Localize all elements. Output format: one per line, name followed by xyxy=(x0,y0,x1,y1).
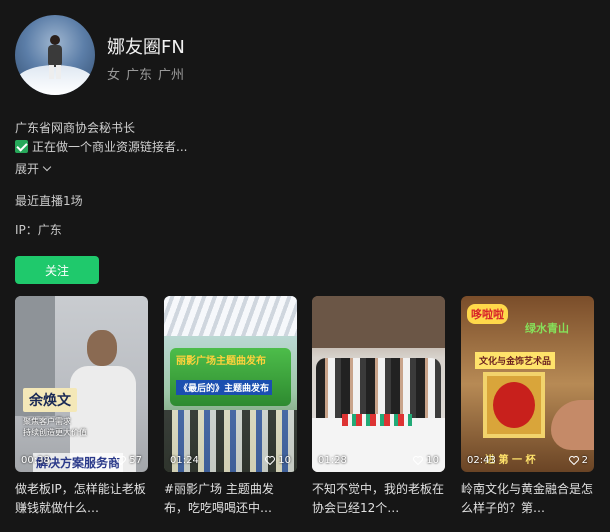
video-likes-count: 57 xyxy=(129,455,142,466)
thumb-overlay-title: 丽影广场主题曲发布 xyxy=(176,356,266,367)
thumb-people xyxy=(316,358,441,418)
thumb-overlay-subtitle: 聚焦客户需求 持续创造更大价值 xyxy=(23,416,87,438)
video-likes-count: 10 xyxy=(278,455,291,466)
thumb-ceiling xyxy=(312,296,445,348)
follow-button[interactable]: 关注 xyxy=(15,256,99,284)
thumb-overlay-sub2: 持续创造更大价值 xyxy=(23,428,87,437)
thumb-overlay-tag: 绿水青山 xyxy=(525,322,569,335)
video-likes: 10 xyxy=(413,455,439,466)
bio-line-2-text: 正在做一个商业资源链接者... xyxy=(32,140,188,154)
video-duration: 00:38 xyxy=(21,455,50,466)
thumb-hand xyxy=(551,400,594,450)
heart-icon xyxy=(116,456,127,465)
thumb-overlay-sub1: 聚焦客户需求 xyxy=(23,417,71,426)
video-card[interactable]: 哆啦啦 绿水青山 文化与金饰艺术品 进 第 一 杯 02:43 2 岭南文化与黄… xyxy=(461,296,594,518)
video-likes: 2 xyxy=(568,455,588,466)
profile-gender: 女 xyxy=(107,68,121,83)
avatar-figure-leg xyxy=(49,65,54,79)
thumb-overlay-title: 文化与金饰艺术品 xyxy=(475,352,556,369)
expand-label: 展开 xyxy=(15,162,40,176)
video-likes-count: 10 xyxy=(426,455,439,466)
video-thumbnail[interactable]: 01:28 10 xyxy=(312,296,445,472)
profile-name: 娜友圈FN xyxy=(107,37,185,58)
recent-live-count: 最近直播1场 xyxy=(15,194,83,208)
avatar-figure-body xyxy=(48,45,62,67)
video-thumbnail[interactable]: 哆啦啦 绿水青山 文化与金饰艺术品 进 第 一 杯 02:43 2 xyxy=(461,296,594,472)
bio-line-1: 广东省网商协会秘书长 xyxy=(15,121,136,135)
ip-location: IP：广东 xyxy=(15,223,62,237)
thumb-roof xyxy=(164,296,297,336)
video-thumbnail[interactable]: 丽影广场主题曲发布 《最后的》主题曲发布 01:24 10 xyxy=(164,296,297,472)
thumb-overlay-subtitle: 《最后的》主题曲发布 xyxy=(176,380,273,395)
avatar-figure-head xyxy=(50,35,60,45)
profile-province: 广东 xyxy=(126,68,153,83)
heart-icon xyxy=(413,456,424,465)
avatar-snow xyxy=(15,65,95,95)
video-duration: 02:43 xyxy=(467,455,496,466)
check-icon xyxy=(15,140,28,153)
chevron-down-icon xyxy=(42,162,52,172)
video-card[interactable]: 余焕文 聚焦客户需求 持续创造更大价值 解决方案服务商 00:38 57 做老板… xyxy=(15,296,148,518)
video-caption[interactable]: 做老板IP，怎样能让老板赚钱就做什么… xyxy=(15,480,148,518)
video-likes: 10 xyxy=(265,455,291,466)
video-duration: 01:24 xyxy=(170,455,199,466)
thumb-person-head xyxy=(87,330,117,366)
video-likes: 57 xyxy=(116,455,142,466)
heart-icon xyxy=(265,456,276,465)
thumb-overlay-tag: 哆啦啦 xyxy=(467,304,508,324)
profile-city: 广州 xyxy=(158,68,185,83)
expand-bio-button[interactable]: 展开 xyxy=(15,160,52,177)
thumb-gold-artwork xyxy=(493,382,535,428)
video-thumbnail[interactable]: 余焕文 聚焦客户需求 持续创造更大价值 解决方案服务商 00:38 57 xyxy=(15,296,148,472)
thumb-table-items xyxy=(342,414,412,426)
video-caption[interactable]: 不知不觉中，我的老板在协会已经12个… xyxy=(312,480,445,518)
video-duration: 01:28 xyxy=(318,455,347,466)
video-card[interactable]: 丽影广场主题曲发布 《最后的》主题曲发布 01:24 10 #丽影广场 主题曲发… xyxy=(164,296,297,518)
avatar-figure-leg xyxy=(56,65,61,79)
profile-location: 女广东 广州 xyxy=(107,64,190,83)
avatar[interactable] xyxy=(15,15,95,95)
video-likes-count: 2 xyxy=(581,455,588,466)
bio-line-2: 正在做一个商业资源链接者... xyxy=(15,138,187,155)
video-card[interactable]: 01:28 10 不知不觉中，我的老板在协会已经12个… xyxy=(312,296,445,518)
heart-icon xyxy=(568,456,579,465)
video-caption[interactable]: 岭南文化与黄金融合是怎么样子的？第… xyxy=(461,480,594,518)
video-caption[interactable]: #丽影广场 主题曲发布，吃吃喝喝还中… xyxy=(164,480,297,518)
thumb-overlay-name: 余焕文 xyxy=(23,388,77,412)
